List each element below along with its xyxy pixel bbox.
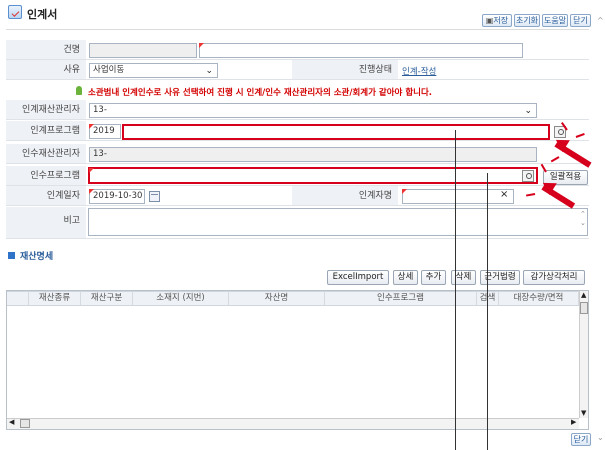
legal-basis-button[interactable]: 근거법령 (480, 270, 520, 285)
to-manager-label: 인수재산관리자 (6, 144, 86, 164)
textarea-scroll-icon[interactable]: ⌃ ⌄ (580, 210, 586, 228)
depreciation-button[interactable]: 감가상각처리 (523, 270, 585, 285)
scroll-down-icon[interactable]: ▼ (581, 409, 586, 417)
date-label: 인계일자 (6, 186, 86, 206)
detail-button[interactable]: 상세 (393, 270, 418, 285)
calendar-icon[interactable] (149, 191, 160, 202)
chevron-down-icon: ⌄ (524, 106, 532, 116)
scroll-left-icon[interactable]: ◀ (9, 418, 14, 426)
scroll-down-icon[interactable]: ⌄ (597, 433, 604, 442)
from-manager-select[interactable]: 13- ⌄ (89, 103, 537, 118)
handler-input[interactable] (402, 189, 514, 204)
section-icon (8, 252, 15, 259)
grid-header-col[interactable]: 소재지 (지번) (133, 291, 229, 306)
page-title: 인계서 (27, 8, 58, 21)
chevron-down-icon: ⌄ (205, 66, 213, 76)
subject-input[interactable] (199, 43, 523, 58)
save-button[interactable]: ▣저장 (482, 14, 512, 27)
reason-select[interactable]: 사업이동 ⌄ (89, 63, 218, 78)
close-button[interactable]: 닫기 (570, 14, 591, 27)
status-label: 진행상태 (292, 60, 398, 80)
grid-header-col[interactable]: 재산종류 (29, 291, 81, 306)
excel-import-button[interactable]: ExcelImport (327, 270, 389, 285)
grid-hscroll-thumb[interactable] (20, 419, 30, 428)
grid-scroll-thumb[interactable] (580, 302, 588, 314)
scroll-right-icon[interactable]: ▶ (571, 418, 576, 426)
subject-prefix-field (89, 43, 197, 58)
footer-close-button[interactable]: 닫기 (571, 433, 591, 446)
annotation-guide-line (455, 130, 456, 450)
from-program-label: 인계프로그램 (6, 121, 86, 141)
to-program-input[interactable] (88, 167, 538, 184)
search-icon[interactable] (522, 170, 534, 182)
grid-header-col[interactable]: 자산명 (229, 291, 325, 306)
grid-header-col[interactable]: 대장수량/면적 (499, 291, 579, 306)
reset-button[interactable]: 초기화 (514, 14, 540, 27)
header-divider (6, 29, 589, 30)
from-program-year-input[interactable]: 2019 (89, 124, 121, 139)
scroll-up-icon[interactable]: ▲ (581, 291, 586, 299)
status-link[interactable]: 인계-작성 (402, 65, 436, 77)
date-input[interactable]: 2019-10-30 (89, 189, 145, 204)
handler-label: 인계자명 (292, 186, 398, 206)
document-icon (8, 5, 22, 19)
clear-icon[interactable]: × (500, 189, 508, 200)
asset-grid (6, 290, 589, 430)
to-program-label: 인수프로그램 (6, 166, 86, 186)
reason-label: 사유 (6, 60, 86, 80)
scroll-up-icon[interactable]: ^ (597, 16, 604, 25)
annotation-guide-line (487, 173, 488, 450)
grid-header-checkbox-col (7, 291, 29, 306)
section-title: 재산명세 (20, 252, 54, 262)
grid-horizontal-scrollbar[interactable] (7, 418, 579, 429)
from-manager-label: 인계재산관리자 (6, 100, 86, 120)
help-button[interactable]: 도움말 (542, 14, 568, 27)
remark-label: 비고 (6, 207, 86, 239)
remark-textarea[interactable] (88, 208, 588, 236)
to-manager-field: 13- (89, 147, 537, 162)
grid-header-col[interactable]: 재산구분 (81, 291, 133, 306)
from-program-input[interactable] (122, 124, 550, 140)
warning-bulb-icon (76, 86, 82, 95)
grid-header-col[interactable]: 검색 (477, 291, 499, 306)
add-button[interactable]: 추가 (421, 270, 446, 285)
subject-label: 건명 (6, 40, 86, 60)
warning-message: 소관범내 인계인수로 사유 선택하여 진행 시 인계/인수 재산관리자의 소관/… (88, 88, 433, 98)
